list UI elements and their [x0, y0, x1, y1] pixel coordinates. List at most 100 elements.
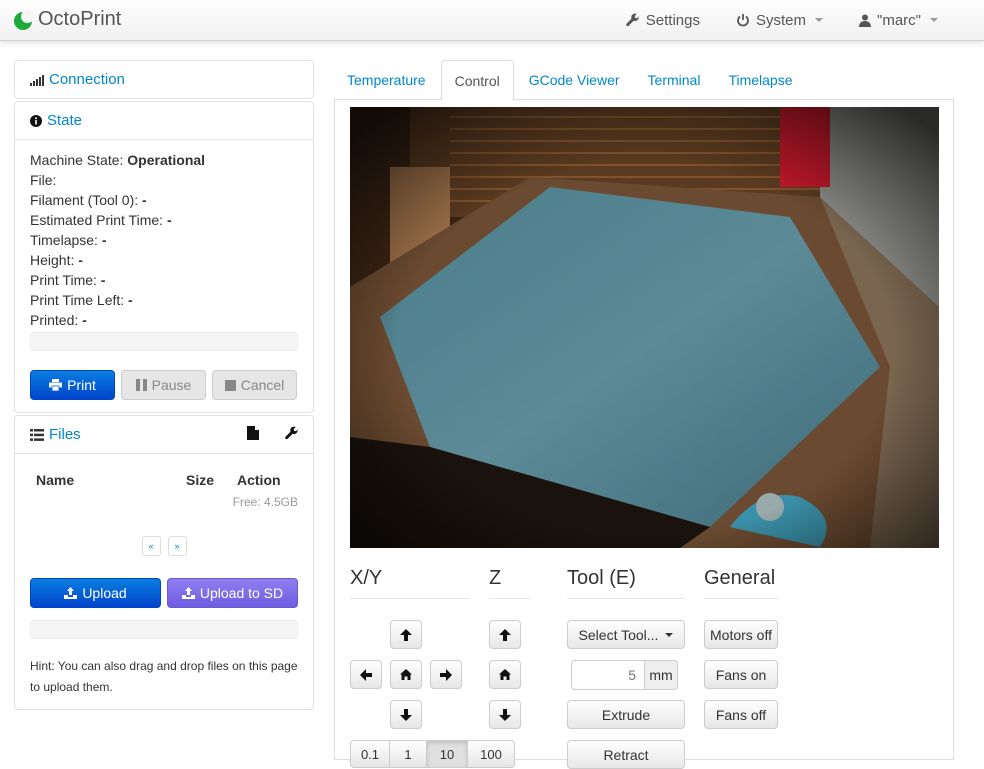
stop-icon [224, 379, 236, 391]
connection-title: Connection [49, 71, 125, 88]
upload-label: Upload [82, 585, 127, 601]
files-header[interactable]: Files [15, 416, 313, 453]
select-tool-dropdown[interactable]: Select Tool... [567, 620, 685, 649]
retract-button[interactable]: Retract [567, 740, 685, 769]
home-icon [499, 669, 511, 680]
settings-menu[interactable]: Settings [608, 0, 718, 40]
print-button[interactable]: Print [30, 370, 115, 400]
home-z-button[interactable] [489, 660, 521, 689]
step-0-1-button[interactable]: 0.1 [350, 740, 390, 768]
upload-button[interactable]: Upload [30, 578, 161, 608]
brand-name: OctoPrint [38, 8, 122, 30]
file-icon[interactable] [247, 426, 259, 440]
octoprint-logo-icon [14, 9, 34, 30]
motors-off-button[interactable]: Motors off [704, 620, 778, 649]
jog-z-plus-button[interactable] [489, 620, 521, 649]
jog-y-minus-button[interactable] [390, 700, 422, 729]
free-space: Free: 4.5GB [232, 495, 298, 509]
state-label: Printed: [30, 312, 79, 328]
step-1-button[interactable]: 1 [389, 740, 427, 768]
caret-down-icon [665, 632, 674, 637]
tab-temperature[interactable]: Temperature [334, 60, 439, 100]
upload-icon [64, 587, 78, 599]
state-label: Estimated Print Time: [30, 212, 164, 228]
state-value: - [101, 232, 107, 248]
brand[interactable]: OctoPrint [14, 8, 121, 31]
tab-gcode-viewer[interactable]: GCode Viewer [516, 60, 633, 100]
jog-distance-group: 0.1 1 10 100 [350, 740, 515, 768]
column-size[interactable]: Size [186, 472, 237, 488]
state-title: State [47, 112, 83, 129]
state-value: Operational [127, 152, 206, 168]
extrude-amount-group: 5 mm [571, 660, 678, 690]
jog-z-minus-button[interactable] [489, 700, 521, 729]
print-label: Print [67, 377, 96, 393]
state-header[interactable]: State [15, 102, 313, 139]
settings-label: Settings [645, 11, 700, 29]
tab-timelapse[interactable]: Timelapse [715, 60, 805, 100]
sidebar: Connection State Machine State: Operatio… [14, 60, 314, 712]
signal-icon [30, 74, 44, 86]
column-name[interactable]: Name [36, 472, 186, 488]
pager-prev-button[interactable]: « [141, 536, 161, 556]
fans-off-button[interactable]: Fans off [704, 700, 778, 729]
state-label: Print Time Left: [30, 292, 125, 308]
step-100-button[interactable]: 100 [467, 740, 515, 768]
jog-y-plus-button[interactable] [390, 620, 422, 649]
estimated-time-line: Estimated Print Time: - [30, 210, 298, 230]
home-xy-button[interactable] [390, 660, 422, 689]
arrow-down-icon [499, 708, 511, 721]
state-panel: State Machine State: Operational File: F… [14, 101, 314, 413]
upload-progress-bar [30, 620, 298, 639]
printed-line: Printed: - [30, 310, 298, 330]
extrude-unit: mm [645, 660, 678, 690]
state-label: Filament (Tool 0): [30, 192, 139, 208]
webcam-stream [350, 107, 939, 548]
tab-control[interactable]: Control [440, 60, 514, 101]
state-value: - [100, 272, 106, 288]
power-icon [737, 14, 749, 27]
print-progress-bar [30, 332, 298, 351]
extrude-amount-input[interactable]: 5 [571, 660, 645, 690]
wrench-icon[interactable] [285, 426, 299, 440]
extrude-button[interactable]: Extrude [567, 700, 685, 729]
pause-icon [135, 379, 147, 391]
state-value: - [78, 252, 83, 268]
jog-x-plus-button[interactable] [430, 660, 462, 689]
upload-hint: Hint: You can also drag and drop files o… [30, 659, 298, 694]
connection-header[interactable]: Connection [15, 61, 313, 98]
arrow-up-icon [400, 628, 412, 641]
pause-button[interactable]: Pause [121, 370, 206, 400]
jog-x-minus-button[interactable] [350, 660, 382, 689]
state-label: Timelapse: [30, 232, 98, 248]
select-tool-label: Select Tool... [578, 626, 659, 643]
upload-sd-button[interactable]: Upload to SD [167, 578, 298, 608]
arrow-right-icon [440, 668, 452, 681]
navbar: OctoPrint Settings System "marc" [0, 0, 984, 41]
state-lines: Machine State: Operational File: Filamen… [30, 150, 298, 330]
pager-next-button[interactable]: » [167, 536, 187, 556]
step-10-button[interactable]: 10 [426, 740, 468, 768]
files-title: Files [49, 426, 81, 443]
system-menu[interactable]: System [718, 0, 841, 40]
state-value: - [128, 292, 133, 308]
fans-on-button[interactable]: Fans on [704, 660, 778, 689]
caret-down-icon [930, 18, 938, 22]
upload-sd-label: Upload to SD [199, 585, 284, 601]
state-value: - [166, 212, 172, 228]
files-panel: Files Name Size Action Free: 4.5GB « » U… [14, 415, 314, 710]
tab-terminal[interactable]: Terminal [635, 60, 714, 100]
pause-label: Pause [151, 377, 192, 393]
arrow-left-icon [360, 668, 372, 681]
system-label: System [756, 11, 807, 29]
info-circle-icon [30, 114, 42, 127]
caret-down-icon [815, 18, 824, 22]
user-icon [859, 14, 872, 27]
user-menu[interactable]: "marc" [841, 0, 984, 40]
printer-icon [49, 379, 63, 391]
state-label: Machine State: [30, 152, 124, 168]
arrow-up-icon [499, 628, 511, 641]
cancel-button[interactable]: Cancel [212, 370, 297, 400]
wrench-icon [625, 13, 639, 27]
height-line: Height: - [30, 250, 298, 270]
